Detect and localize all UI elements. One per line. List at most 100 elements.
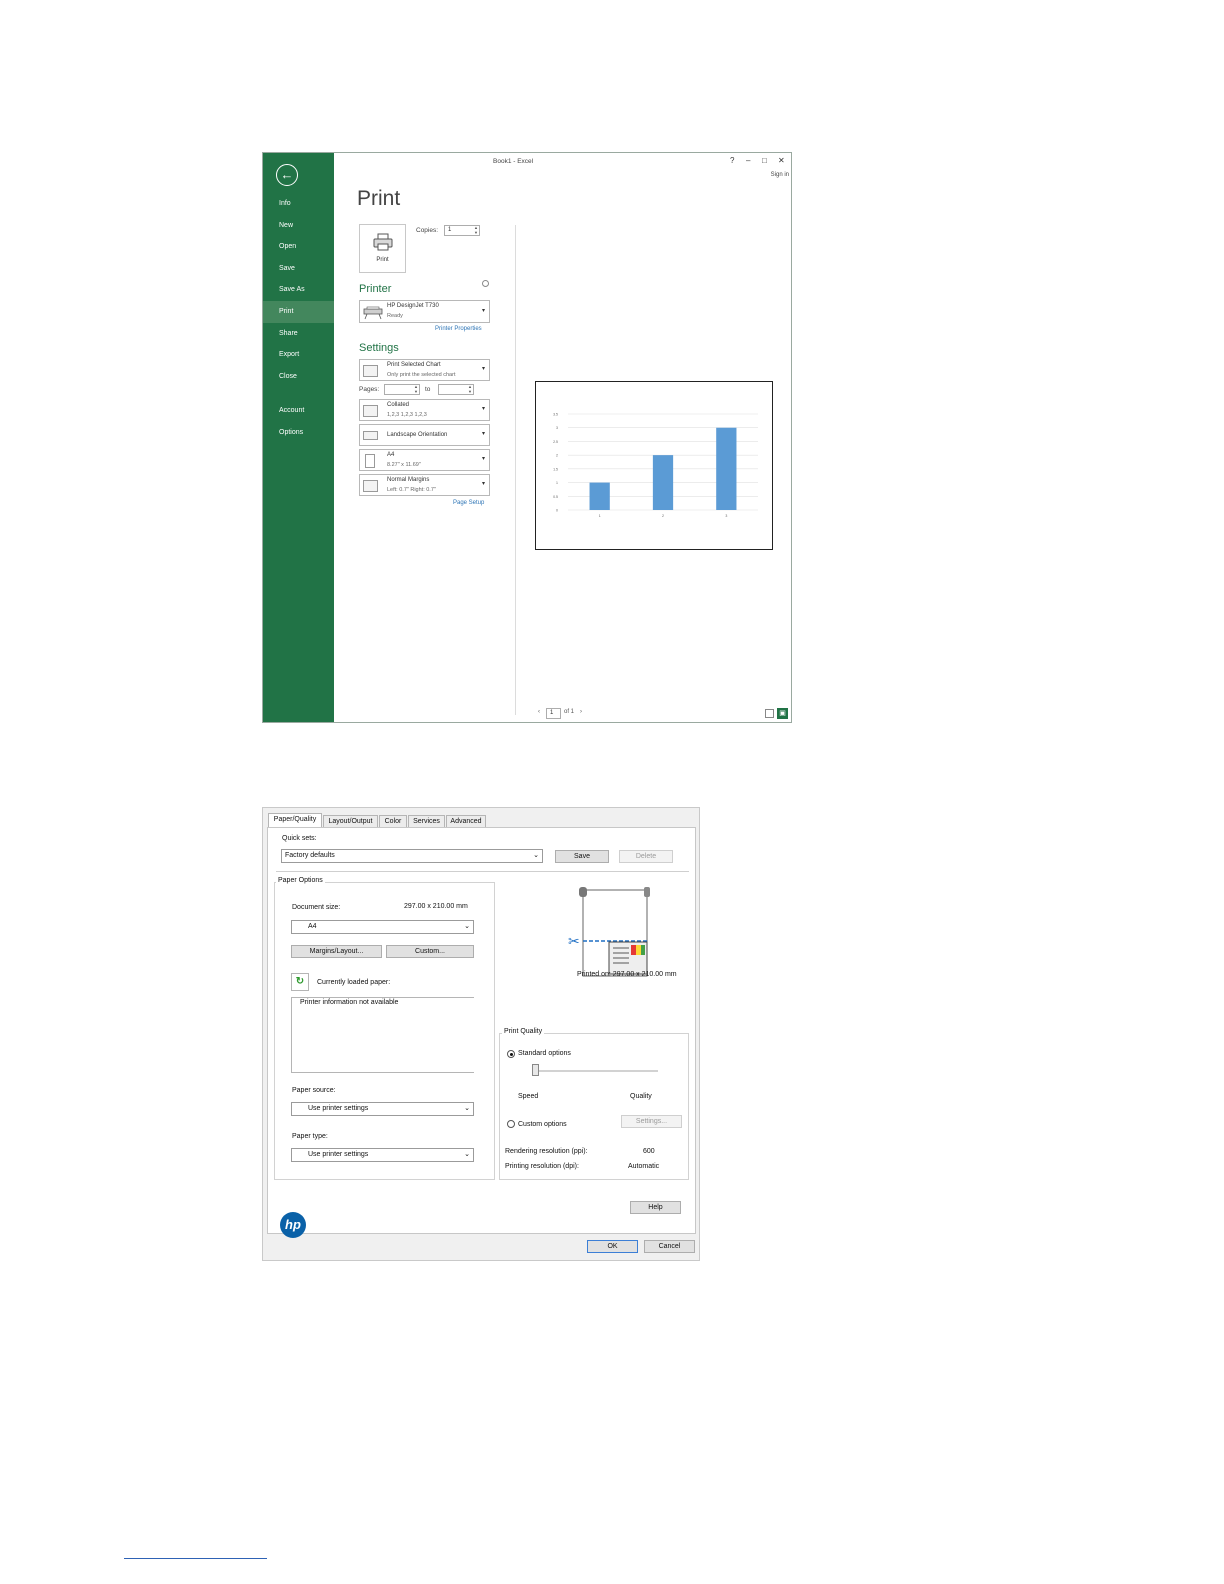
page-title: Print — [357, 187, 401, 210]
tab-paper-quality[interactable]: Paper/Quality — [268, 813, 322, 828]
y-tick-label: 2.5 — [553, 440, 558, 444]
copies-value: 1 — [448, 227, 452, 233]
y-tick-label: 3.5 — [553, 413, 558, 417]
close-icon[interactable]: ✕ — [778, 156, 785, 165]
show-margins-icon[interactable] — [765, 709, 774, 718]
svg-text:✂: ✂ — [568, 934, 580, 950]
backstage-nav: ← Info New Open Save Save As Print Share… — [263, 153, 334, 722]
paper-options-title: Paper Options — [276, 877, 325, 884]
printing-resolution-label: Printing resolution (dpi): — [505, 1163, 579, 1170]
maximize-icon[interactable]: □ — [762, 156, 767, 165]
chevron-down-icon: ⌄ — [533, 852, 539, 859]
paper-type-select[interactable]: Use printer settings ⌄ — [291, 1148, 474, 1162]
print-button-label: Print — [376, 257, 389, 263]
preview-chart: 0 0.5 1 1.5 2 2.5 3 3.5 1 2 3 — [553, 413, 758, 518]
nav-export[interactable]: Export — [263, 344, 334, 366]
print-preview-page: 0 0.5 1 1.5 2 2.5 3 3.5 1 2 3 — [535, 381, 773, 550]
pages-from-spinner[interactable]: ▲ ▼ — [384, 384, 420, 395]
paper-source-label: Paper source: — [292, 1087, 336, 1094]
chevron-down-icon: ⌄ — [464, 1151, 470, 1158]
printer-dropdown[interactable]: HP DesignJet T730 Ready ▾ — [359, 300, 490, 323]
document-size-value: 297.00 x 210.00 mm — [404, 903, 468, 910]
spinner-arrows-icon[interactable]: ▲ ▼ — [474, 225, 478, 235]
rendering-resolution-label: Rendering resolution (ppi): — [505, 1148, 588, 1155]
document-size-select[interactable]: A4 ⌄ — [291, 920, 474, 934]
tab-color[interactable]: Color — [379, 815, 407, 827]
nav-share[interactable]: Share — [263, 323, 334, 345]
refresh-icon[interactable]: ↻ — [291, 973, 309, 991]
custom-options-radio[interactable] — [507, 1120, 515, 1128]
paper-size-sub: 8.27" x 11.69" — [387, 462, 421, 468]
print-button[interactable]: Print — [359, 224, 406, 273]
tab-layout-output[interactable]: Layout/Output — [323, 815, 378, 827]
print-scope-dropdown[interactable]: Print Selected Chart Only print the sele… — [359, 359, 490, 381]
footnote-rule — [124, 1558, 267, 1559]
rendering-resolution-value: 600 — [643, 1148, 655, 1155]
spinner-arrows-icon[interactable]: ▲ ▼ — [468, 384, 472, 394]
prev-page-icon[interactable]: ‹ — [538, 709, 540, 715]
sheet-icon — [363, 365, 378, 377]
quality-slider-thumb[interactable] — [532, 1064, 539, 1076]
settings-button[interactable]: Settings... — [621, 1115, 682, 1128]
x-tick-label: 3 — [725, 514, 727, 518]
sign-in-link[interactable]: Sign in — [771, 172, 789, 178]
pages-to-spinner[interactable]: ▲ ▼ — [438, 384, 474, 395]
page-number-value: 1 — [550, 710, 554, 716]
next-page-icon[interactable]: › — [580, 709, 582, 715]
ok-button[interactable]: OK — [587, 1240, 638, 1253]
paper-type-label: Paper type: — [292, 1133, 328, 1140]
chevron-down-icon: ⌄ — [464, 1105, 470, 1112]
paper-size-dropdown[interactable]: A4 8.27" x 11.69" ▾ — [359, 449, 490, 471]
paper-source-select[interactable]: Use printer settings ⌄ — [291, 1102, 474, 1116]
collation-title: Collated — [387, 402, 410, 408]
collated-icon — [363, 405, 378, 417]
nav-new[interactable]: New — [263, 215, 334, 237]
window-title: Book1 - Excel — [493, 158, 534, 165]
pages-to-label: to — [425, 386, 431, 393]
margins-dropdown[interactable]: Normal Margins Left: 0.7" Right: 0.7" ▾ — [359, 474, 490, 496]
margins-layout-button[interactable]: Margins/Layout... — [291, 945, 382, 958]
nav-open[interactable]: Open — [263, 236, 334, 258]
margins-icon — [363, 480, 378, 492]
nav-save[interactable]: Save — [263, 258, 334, 280]
zoom-to-page-icon[interactable]: ▣ — [777, 708, 788, 719]
hp-printing-preferences-dialog: Paper/Quality Layout/Output Color Servic… — [262, 807, 700, 1261]
printer-icon — [373, 233, 393, 251]
page-number-input[interactable]: 1 — [546, 708, 561, 719]
copies-spinner[interactable]: 1 ▲ ▼ — [444, 225, 480, 236]
nav-print[interactable]: Print — [263, 301, 334, 323]
quality-slider-track[interactable] — [532, 1070, 658, 1072]
quick-sets-select[interactable]: Factory defaults ⌄ — [281, 849, 543, 863]
page-setup-link[interactable]: Page Setup — [453, 500, 484, 506]
standard-options-radio[interactable] — [507, 1050, 515, 1058]
tab-advanced[interactable]: Advanced — [446, 815, 486, 827]
info-icon[interactable] — [482, 280, 489, 287]
paper-size-title: A4 — [387, 452, 395, 458]
orientation-dropdown[interactable]: Landscape Orientation ▾ — [359, 424, 490, 446]
nav-save-as[interactable]: Save As — [263, 279, 334, 301]
nav-info[interactable]: Info — [263, 193, 334, 215]
help-icon[interactable]: ? — [730, 156, 734, 165]
delete-button[interactable]: Delete — [619, 850, 673, 863]
back-arrow-icon[interactable]: ← — [276, 164, 298, 186]
chevron-down-icon: ⌄ — [464, 923, 470, 930]
document-size-label: Document size: — [292, 904, 341, 911]
spinner-arrows-icon[interactable]: ▲ ▼ — [414, 384, 418, 394]
print-scope-sub: Only print the selected chart — [387, 372, 456, 378]
nav-close[interactable]: Close — [263, 366, 334, 388]
copies-label: Copies: — [416, 227, 439, 234]
y-tick-label: 1.5 — [553, 467, 558, 471]
tab-services[interactable]: Services — [408, 815, 445, 827]
printer-properties-link[interactable]: Printer Properties — [435, 326, 482, 332]
collation-dropdown[interactable]: Collated 1,2,3 1,2,3 1,2,3 ▾ — [359, 399, 490, 421]
minimize-icon[interactable]: – — [746, 156, 750, 165]
cancel-button[interactable]: Cancel — [644, 1240, 695, 1253]
chevron-down-icon: ▾ — [481, 456, 485, 462]
chevron-down-icon: ▾ — [481, 307, 485, 314]
help-button[interactable]: Help — [630, 1201, 681, 1214]
nav-account[interactable]: Account — [263, 400, 334, 422]
margins-sub: Left: 0.7" Right: 0.7" — [387, 487, 436, 493]
custom-size-button[interactable]: Custom... — [386, 945, 474, 958]
nav-options[interactable]: Options — [263, 422, 334, 444]
save-button[interactable]: Save — [555, 850, 609, 863]
